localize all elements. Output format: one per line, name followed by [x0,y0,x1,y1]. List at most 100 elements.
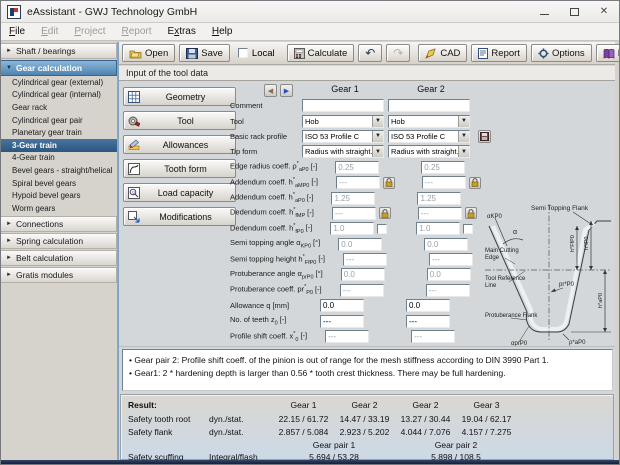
tab-geometry[interactable]: Geometry [123,87,236,106]
tooth-form-icon [128,163,140,175]
report-document-icon [478,48,488,59]
tool-select-gear2[interactable]: Hob▼ [388,115,470,128]
rack-profile-select-gear2[interactable]: ISO 53 Profile C▼ [388,130,470,143]
field-label: Addendum coeff. h*aP0[-] [230,192,313,204]
prev-gear-button[interactable]: ◀ [264,84,277,97]
local-checkbox[interactable] [238,48,248,58]
save-button[interactable]: Save [179,44,230,62]
undo-icon: ↶ [365,48,375,58]
open-button[interactable]: Open [122,44,175,62]
edge-radius-input-gear1 [335,161,379,174]
options-gear-icon [538,48,549,59]
tool-select-gear1[interactable]: Hob▼ [302,115,384,128]
lock-icon[interactable] [465,207,477,219]
sidebar-item-cylindrical-gear-pair[interactable]: Cylindrical gear pair [1,114,117,127]
menu-project: Project [66,23,113,40]
teeth-count-input-gear1[interactable] [320,315,364,328]
sidebar-item-planetary-gear-train[interactable]: Planetary gear train [1,126,117,139]
rack-profile-select-gear1[interactable]: ISO 53 Profile C▼ [302,130,384,143]
help-button[interactable]: Help [596,44,620,62]
h-ffp0-label: h*FfP0 [570,235,576,252]
cad-button[interactable]: CAD [418,44,467,62]
protuberance-flank-label: Protuberance Flank [485,313,538,319]
tab-allowances[interactable]: Allowances [123,135,236,154]
undo-button[interactable]: ↶ [358,44,382,62]
alpha-label: α [513,229,517,236]
sidebar-section-gratis-modules[interactable]: ►Gratis modules [1,267,117,283]
field-label: Dedendum coeff. h*fMP[-] [230,207,314,219]
protuberance-angle-input-gear1 [341,268,385,281]
window-bottom-border [1,460,619,464]
main-panel: Open Save Local Calculate ↶ ↷ CAD [118,42,615,462]
allowance-input-gear2[interactable] [406,299,450,312]
row-protuberance-angle: Protuberance angle αprP0[°] [230,267,494,282]
report-button[interactable]: Report [471,44,527,62]
row-protuberance-coeff: Protuberance coeff. pr*P0[-] [230,283,494,298]
chevron-down-icon: ▼ [6,65,12,71]
geometry-grid-icon [128,91,140,103]
chevron-right-icon: ► [6,272,12,278]
tab-tooth-form[interactable]: Tooth form [123,159,236,178]
tab-modifications[interactable]: Modifications [123,207,236,226]
tip-form-select-gear2[interactable]: Radius with straight...▼ [388,145,470,158]
menu-extras[interactable]: Extras [160,23,204,40]
sidebar-item-cylindrical-gear-external[interactable]: Cylindrical gear (external) [1,76,117,89]
comment-input-gear1[interactable] [302,99,384,112]
result-row-flank: Safety flank dyn./stat. 2.857 / 5.084 2.… [121,425,613,438]
row-basic-rack-profile: Basic rack profile ISO 53 Profile C▼ ISO… [230,129,494,144]
dedendum-fp0-checkbox-gear1[interactable] [377,224,387,234]
edge-radius-input-gear2 [421,161,465,174]
sidebar-section-connections[interactable]: ►Connections [1,216,117,232]
sidebar-item-gear-rack[interactable]: Gear rack [1,101,117,114]
pr-p0-label: pr*P0 [559,282,575,288]
sidebar-section-spring-calculation[interactable]: ►Spring calculation [1,233,117,249]
field-label: Protuberance coeff. pr*P0[-] [230,284,322,296]
next-gear-button[interactable]: ▶ [280,84,293,97]
addendum-ap0-input-gear1 [331,192,375,205]
close-button[interactable]: ✕ [589,1,619,22]
tip-form-select-gear1[interactable]: Radius with straight...▼ [302,145,384,158]
field-label: No. of teeth z0[-] [230,315,302,327]
gear-pair-2-header: Gear pair 2 [395,440,517,450]
menu-report: Report [113,23,159,40]
sidebar-section-shaft-bearings[interactable]: ►Shaft / bearings [1,43,117,59]
row-addendum-amp0: Addendum coeff. h*aMP0[-] [230,175,494,190]
titlebar: eAssistant - GWJ Technology GmbH ✕ [1,1,619,23]
sidebar-item-hypoid-bevel-gears[interactable]: Hypoid bevel gears [1,189,117,202]
menu-help[interactable]: Help [204,23,241,40]
sidebar-item-3-gear-train[interactable]: 3-Gear train [1,139,117,152]
modifications-icon [128,211,140,223]
semi-topping-height-input-gear1 [343,253,387,266]
results-header-gear2b: Gear 2 [395,400,456,410]
profile-shift-input-gear2 [411,330,455,343]
minimize-button[interactable] [529,1,559,22]
sidebar-section-gear-calculation[interactable]: ▼Gear calculation [1,60,117,76]
results-panel: Result: Gear 1 Gear 2 Gear 2 Gear 3 Safe… [120,394,614,460]
window-title: eAssistant - GWJ Technology GmbH [27,6,197,18]
lock-icon[interactable] [379,207,391,219]
sidebar-item-cylindrical-gear-internal[interactable]: Cylindrical gear (internal) [1,89,117,102]
gear1-column-header: Gear 1 [302,84,388,94]
rack-profile-save-button[interactable] [478,130,491,143]
dedendum-fp0-checkbox-gear2[interactable] [463,224,473,234]
lock-icon[interactable] [469,177,481,189]
tab-load-capacity[interactable]: Q Load capacity [123,183,236,202]
results-header-gear2a: Gear 2 [334,400,395,410]
tab-tool[interactable]: Tool [123,111,236,130]
lock-icon[interactable] [383,177,395,189]
sidebar-item-4-gear-train[interactable]: 4-Gear train [1,152,117,165]
sidebar-item-spiral-bevel-gears[interactable]: Spiral bevel gears [1,177,117,190]
maximize-button[interactable] [559,1,589,22]
menu-file[interactable]: File [1,23,33,40]
comment-input-gear2[interactable] [388,99,470,112]
teeth-count-input-gear2[interactable] [406,315,450,328]
options-button[interactable]: Options [531,44,592,62]
sidebar-item-worm-gears[interactable]: Worm gears [1,202,117,215]
calculate-button[interactable]: Calculate [287,44,355,62]
result-row-tooth-root: Safety tooth root dyn./stat. 22.15 / 61.… [121,412,613,425]
sidebar-section-belt-calculation[interactable]: ►Belt calculation [1,250,117,266]
h-ap0-label: h*aP0 [598,293,604,308]
allowance-input-gear1[interactable] [320,299,364,312]
warning-messages: • Gear pair 2: Profile shift coeff. of t… [122,349,613,391]
sidebar-item-bevel-gears[interactable]: Bevel gears - straight/helical [1,164,117,177]
